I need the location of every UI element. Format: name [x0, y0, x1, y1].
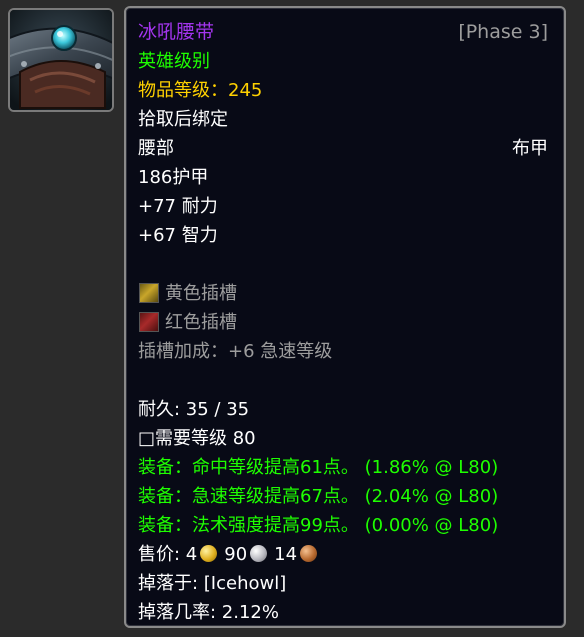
item-stat: +77 耐力 [138, 196, 218, 217]
socket-label: 黄色插槽 [165, 283, 237, 304]
item-header: 冰吼腰带 [Phase 3] [138, 18, 564, 47]
item-required-level: □需要等级 80 [138, 428, 256, 449]
equip-effect: 装备：命中等级提高61点。 (1.86% @ L80) [138, 457, 499, 478]
gold-amount: 4 [185, 544, 198, 565]
socket-red: 红色插槽 [138, 308, 564, 337]
equip-effect: 装备：法术强度提高99点。 (0.00% @ L80) [138, 515, 499, 536]
item-slot-row: 腰部 布甲 [138, 134, 564, 163]
silver-coin-icon [250, 545, 268, 562]
item-phase: [Phase 3] [458, 21, 548, 43]
item-stat: +67 智力 [138, 225, 218, 246]
yellow-socket-icon [139, 282, 159, 303]
copper-amount: 14 [274, 544, 298, 565]
item-binding: 拾取后绑定 [138, 109, 228, 130]
item-name: 冰吼腰带 [138, 21, 215, 43]
sell-price-label: 售价: [138, 544, 186, 565]
item-armor-type: 布甲 [512, 138, 548, 159]
item-icon[interactable] [8, 8, 114, 112]
item-durability: 耐久: 35 / 35 [138, 399, 250, 420]
socket-bonus: 插槽加成：+6 急速等级 [138, 341, 333, 362]
drop-rate: 掉落几率: 2.12% [138, 602, 279, 623]
silver-amount: 90 [224, 544, 248, 565]
item-level-value: 245 [228, 80, 263, 101]
item-slot: 腰部 [138, 138, 174, 159]
mail-belt-icon [10, 10, 112, 110]
gold-coin-icon [200, 545, 218, 562]
socket-label: 红色插槽 [165, 312, 237, 333]
copper-coin-icon [300, 545, 318, 562]
sell-price: 售价: 4 90 14 [138, 540, 564, 569]
item-quality: 英雄级别 [138, 51, 210, 72]
item-level: 物品等级：245 [138, 76, 564, 105]
item-level-label: 物品等级： [138, 80, 228, 101]
dropped-by: 掉落于: [Icehowl] [138, 573, 287, 594]
red-socket-icon [139, 311, 159, 332]
equip-effect: 装备：急速等级提高67点。 (2.04% @ L80) [138, 486, 499, 507]
item-armor: 186护甲 [138, 167, 209, 188]
item-tooltip: 冰吼腰带 [Phase 3] 英雄级别 物品等级：245 拾取后绑定 腰部 布甲… [124, 6, 566, 628]
socket-yellow: 黄色插槽 [138, 279, 564, 308]
